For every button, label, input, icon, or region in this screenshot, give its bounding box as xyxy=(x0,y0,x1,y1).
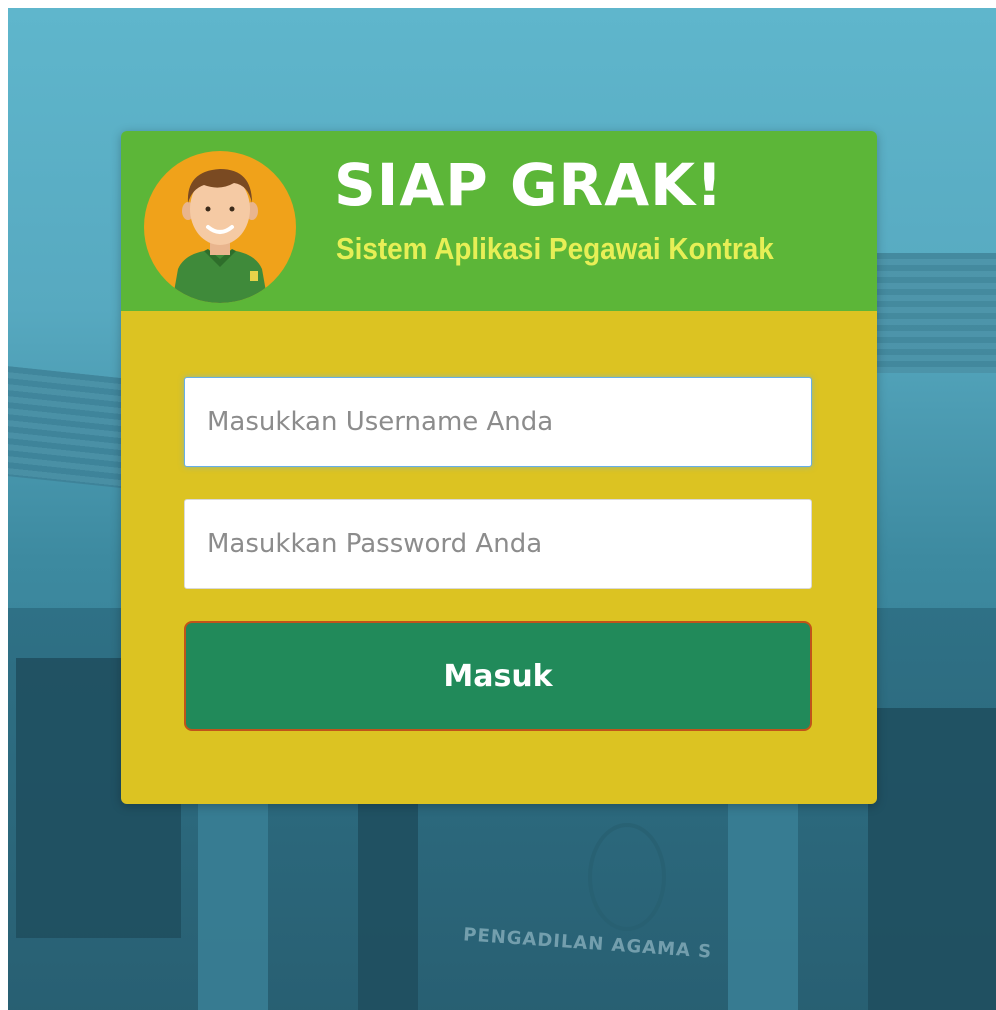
background-window xyxy=(868,708,996,1010)
app-title: SIAP GRAK! xyxy=(334,151,724,219)
background-photo: PENGADILAN AGAMA S SIAP GRAK! Sistem Apl… xyxy=(8,8,996,1010)
username-input[interactable] xyxy=(184,377,812,467)
login-submit-button[interactable]: Masuk xyxy=(184,621,812,731)
background-emblem xyxy=(588,823,666,931)
password-input[interactable] xyxy=(184,499,812,589)
avatar-illustration xyxy=(172,169,268,303)
login-card: SIAP GRAK! Sistem Aplikasi Pegawai Kontr… xyxy=(121,131,877,804)
app-subtitle: Sistem Aplikasi Pegawai Kontrak xyxy=(336,231,774,266)
background-roof-left xyxy=(8,366,138,490)
employee-avatar-icon xyxy=(144,151,296,303)
background-roof-right xyxy=(868,253,996,373)
login-card-header: SIAP GRAK! Sistem Aplikasi Pegawai Kontr… xyxy=(121,131,877,311)
